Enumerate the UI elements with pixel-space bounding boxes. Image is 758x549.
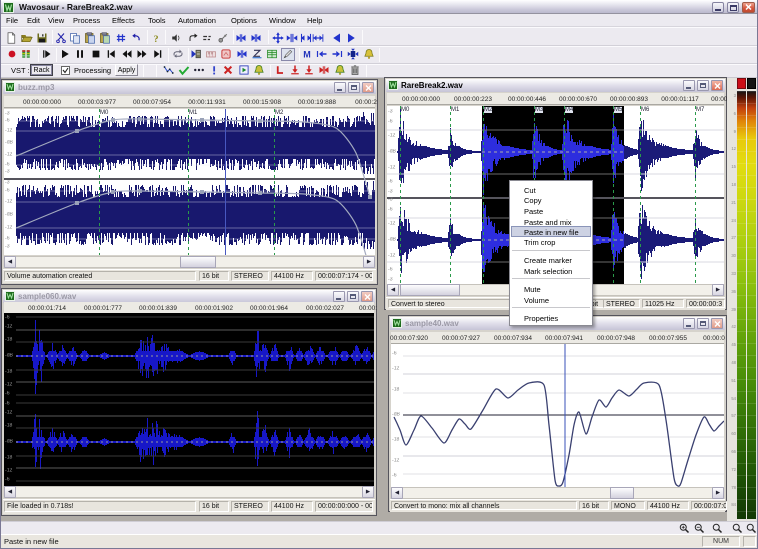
svg-text:M: M (303, 49, 311, 59)
svg-text:?: ? (154, 34, 159, 44)
